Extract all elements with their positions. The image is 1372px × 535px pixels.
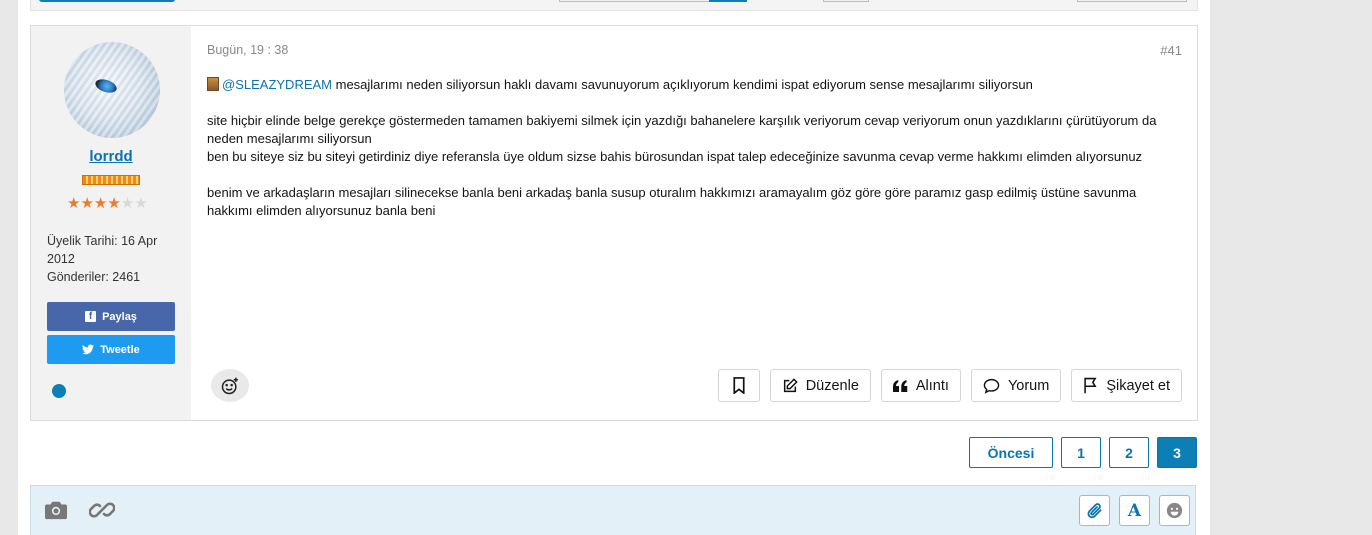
pagination-page-2[interactable]: 2 [1109,437,1149,468]
pagination: Öncesi 1 2 3 [969,437,1197,468]
quote-icon [892,379,908,392]
edit-button[interactable]: Düzenle [769,369,871,402]
post-actions: Düzenle Alıntı Yorum Şikayet et [717,369,1182,402]
edit-label: Düzenle [805,377,859,394]
twitter-icon [82,344,95,355]
body-paragraph: benim ve arkadaşların mesajları silinece… [207,184,1167,220]
pagination-prev[interactable]: Öncesi [969,437,1053,468]
bookmark-button[interactable] [717,369,760,402]
online-status-indicator [52,384,66,398]
star-empty-icon: ★ [120,194,135,212]
comment-label: Yorum [1007,377,1050,394]
comment-button[interactable]: Yorum [970,369,1062,402]
camera-icon[interactable] [45,500,67,520]
comment-icon [983,378,1000,394]
pagination-page-3-current[interactable]: 3 [1157,437,1197,468]
post-author-panel: lorrdd ★★★★★★ Üyelik Tarihi: 16 Apr 2012… [31,26,191,420]
report-button[interactable]: Şikayet et [1071,369,1182,402]
rating-stars: ★★★★★★ [67,194,157,212]
toolbar-button[interactable] [823,0,869,2]
toolbar-select[interactable] [1077,0,1187,2]
post-date[interactable]: Bugün, 19 : 38 [207,43,288,57]
post-content: Bugün, 19 : 38 #41 @SLEAZYDREAM mesajlar… [207,26,1182,420]
emoji-button[interactable] [1159,495,1190,526]
body-paragraph: site hiçbir elinde belge gerekçe gösterm… [207,112,1167,166]
join-date: Üyelik Tarihi: 16 Apr 2012 [47,234,158,266]
body-text: ben bu siteye siz bu siteyi getirdiniz d… [207,149,1143,164]
star-filled-icon: ★ [80,194,94,212]
star-filled-icon: ★ [93,194,108,212]
font-format-icon: A [1127,500,1142,521]
body-text: mesajlarımı neden siliyorsun haklı davam… [332,77,1033,92]
bookmark-icon [733,377,745,394]
star-filled-icon: ★ [107,194,121,212]
author-meta: Üyelik Tarihi: 16 Apr 2012 Gönderiler: 2… [47,232,187,286]
author-username[interactable]: lorrdd [31,148,191,165]
report-label: Şikayet et [1106,377,1170,394]
attach-file-button[interactable] [1079,495,1110,526]
body-text: site hiçbir elinde belge gerekçe gösterm… [207,113,1157,146]
editor-left-tools [45,500,115,520]
body-text: benim ve arkadaşların mesajları silinece… [207,185,1137,218]
attachment-icon [1087,502,1101,518]
toolbar-input[interactable] [559,0,711,2]
body-paragraph: @SLEAZYDREAM mesajlarımı neden siliyorsu… [207,76,1167,94]
quote-button[interactable]: Alıntı [880,369,961,402]
toolbar-button[interactable] [39,0,175,2]
emoji-add-icon [221,377,238,394]
toolbar-submit-button[interactable] [709,0,747,2]
avatar[interactable] [64,42,160,138]
flag-icon [1084,377,1097,394]
post-body: @SLEAZYDREAM mesajlarımı neden siliyorsu… [207,76,1167,238]
facebook-icon: f [85,311,97,322]
share-twitter-label: Tweetle [100,343,140,356]
page: lorrdd ★★★★★★ Üyelik Tarihi: 16 Apr 2012… [18,0,1210,535]
share-twitter-button[interactable]: Tweetle [47,335,175,364]
edit-icon [783,377,798,392]
rank-bar [82,175,140,185]
share-facebook-label: Paylaş [102,310,137,323]
mention-avatar [207,77,219,91]
emoji-icon [1166,502,1183,519]
font-format-button[interactable]: A [1119,495,1150,526]
link-icon[interactable] [89,500,115,520]
editor-right-tools: A [1079,495,1190,526]
add-reaction-button[interactable] [211,369,249,402]
reply-editor-toolbar: A [30,485,1196,535]
star-filled-icon: ★ [67,194,81,212]
previous-post-toolbar [30,0,1198,11]
star-empty-icon: ★ [134,194,148,212]
post-count: Gönderiler: 2461 [47,270,141,284]
user-mention[interactable]: @SLEAZYDREAM [222,77,332,92]
quote-label: Alıntı [915,377,949,394]
forum-post: lorrdd ★★★★★★ Üyelik Tarihi: 16 Apr 2012… [30,25,1198,421]
share-facebook-button[interactable]: f Paylaş [47,302,175,331]
pagination-page-1[interactable]: 1 [1061,437,1101,468]
post-number[interactable]: #41 [1160,43,1182,58]
